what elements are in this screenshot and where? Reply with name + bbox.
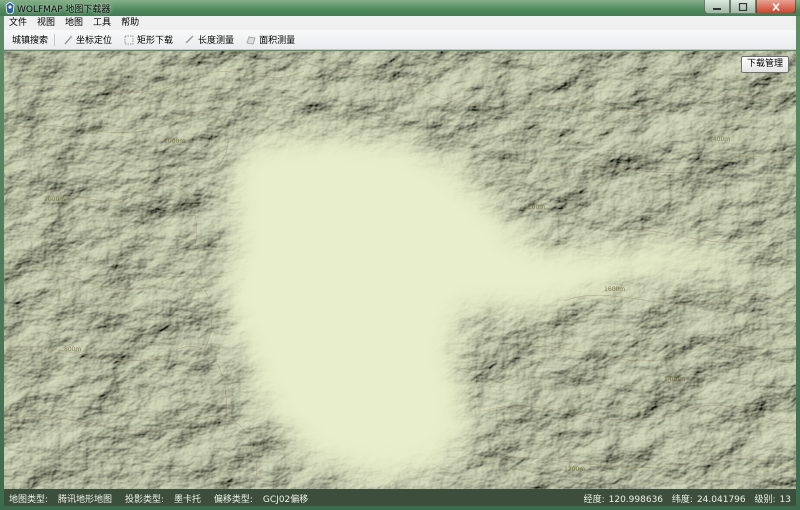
status-bar: 地图类型: 腾讯地形地图 投影类型: 墨卡托 偏移类型: GCJ02偏移 经度: 120…	[4, 489, 796, 506]
length-measure-button[interactable]: 长度测量	[181, 32, 238, 48]
level-value: 13	[779, 495, 791, 505]
area-measure-button[interactable]: 面积测量	[242, 32, 299, 48]
close-icon	[772, 2, 780, 11]
latitude-label: 纬度:	[671, 495, 693, 505]
offset-label: 偏移类型:	[213, 495, 253, 505]
maximize-button[interactable]	[730, 0, 756, 14]
menu-view[interactable]: 视图	[32, 16, 60, 30]
projection-value: 墨卡托	[173, 495, 201, 505]
contour-label: 1200m	[524, 204, 545, 211]
offset-value: GCJ02偏移	[262, 495, 309, 505]
title-bar[interactable]: WOLFMAP 地图下载器	[0, 0, 800, 16]
tool-label: 城镇搜索	[12, 36, 49, 46]
download-manager-button[interactable]: 下载管理	[740, 56, 789, 73]
rectangle-download-button[interactable]: 矩形下载	[120, 32, 177, 48]
coordinate-readout: 经度: 120.998636 纬度: 24.041796 级别: 13	[578, 492, 791, 505]
window-title: WOLFMAP 地图下载器	[17, 5, 111, 15]
rectangle-icon	[124, 35, 134, 44]
projection-label: 投影类型:	[124, 495, 164, 505]
app-logo-icon	[5, 2, 15, 14]
toolbar-divider	[54, 33, 56, 46]
pin-icon	[64, 35, 73, 44]
latitude-value: 24.041796	[696, 495, 746, 505]
contour-label: 1600m	[604, 286, 625, 293]
map-view[interactable]: 1000m 1200m 1400m 1600m 800m 1200m 1400m…	[4, 51, 796, 489]
terrain-map[interactable]: 1000m 1200m 1400m 1600m 800m 1200m 1400m…	[4, 51, 796, 489]
town-search-button[interactable]: 城镇搜索	[8, 32, 52, 48]
tool-label: 坐标定位	[76, 36, 113, 46]
tool-label: 矩形下载	[137, 36, 174, 46]
tool-label: 面积测量	[259, 36, 296, 46]
toolbar: 城镇搜索 坐标定位 矩形下载 长度测量 面积测量	[4, 30, 796, 50]
close-button[interactable]	[756, 0, 796, 14]
ruler-icon	[185, 34, 194, 44]
longitude-value: 120.998636	[608, 495, 664, 505]
longitude-label: 经度:	[583, 495, 605, 505]
contour-label: 1000m	[164, 138, 185, 145]
level-label: 级别:	[754, 495, 776, 505]
contour-label: 1400m	[709, 136, 730, 143]
window-controls	[704, 0, 796, 14]
menu-map[interactable]: 地图	[60, 16, 88, 30]
tool-label: 长度测量	[198, 36, 235, 46]
map-type-value: 腾讯地形地图	[58, 495, 113, 505]
contour-label: 1000m	[44, 196, 65, 203]
coordinate-locate-button[interactable]: 坐标定位	[59, 32, 116, 48]
maximize-icon	[738, 2, 748, 11]
menu-file[interactable]: 文件	[4, 16, 32, 30]
minimize-button[interactable]	[704, 0, 730, 14]
minimize-icon	[713, 7, 721, 10]
contour-label: 1200m	[564, 466, 585, 473]
area-icon	[246, 35, 256, 45]
menu-bar: 文件 视图 地图 工具 帮助	[4, 16, 796, 30]
menu-tools[interactable]: 工具	[88, 16, 116, 30]
map-type-label: 地图类型:	[9, 495, 49, 505]
contour-label: 1400m	[664, 376, 685, 383]
app-window: WOLFMAP 地图下载器 文件 视图 地图 工具 帮助 城镇搜索 坐标定位 矩…	[0, 0, 800, 510]
menu-help[interactable]: 帮助	[116, 16, 144, 30]
map-info: 地图类型: 腾讯地形地图 投影类型: 墨卡托 偏移类型: GCJ02偏移	[9, 492, 318, 505]
contour-label: 800m	[64, 346, 81, 353]
